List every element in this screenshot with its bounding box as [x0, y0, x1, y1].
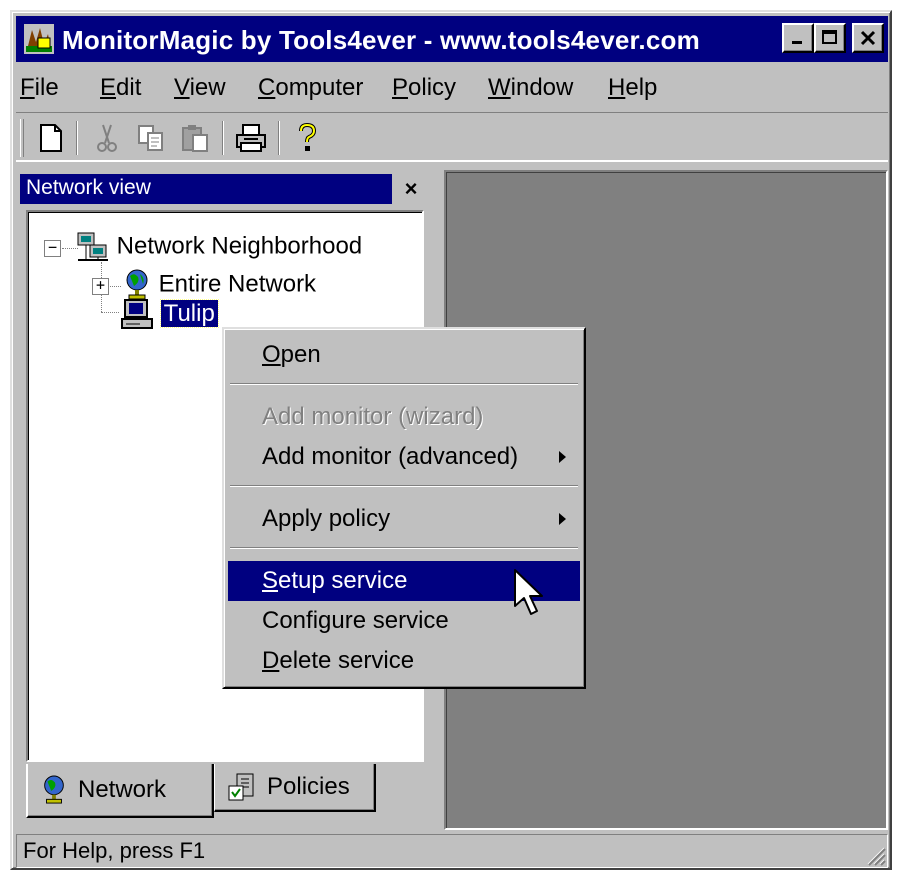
paste-icon: [182, 125, 208, 152]
collapse-toggle[interactable]: −: [44, 240, 61, 257]
close-icon: [860, 30, 876, 46]
window-title: MonitorMagic by Tools4ever - www.tools4e…: [62, 25, 700, 55]
toolbar-grip[interactable]: [20, 119, 24, 157]
tree-item-label: Entire Network: [158, 270, 317, 298]
menu-computer[interactable]: Computer: [258, 74, 363, 102]
title-bar[interactable]: MonitorMagic by Tools4ever - www.tools4e…: [16, 16, 888, 62]
close-button[interactable]: [852, 23, 884, 53]
expand-toggle[interactable]: +: [92, 278, 109, 295]
menu-view-label: iew: [189, 74, 226, 101]
menu-window-label: indow: [510, 74, 574, 101]
context-menu: Open Add monitor (wizard) Add monitor (a…: [222, 327, 586, 689]
menu-file-label: ile: [34, 74, 59, 101]
tab-network[interactable]: Network: [26, 764, 214, 818]
tree-item-label: Network Neighborhood: [116, 232, 363, 260]
print-icon: [236, 124, 266, 152]
mouse-pointer-icon: [514, 569, 543, 615]
cut-icon: [97, 124, 117, 152]
submenu-arrow-icon: [559, 451, 566, 463]
menu-help-label: elp: [625, 74, 658, 101]
new-icon: [40, 124, 62, 152]
paste-button[interactable]: [176, 119, 214, 157]
submenu-arrow-icon: [559, 513, 566, 525]
pane-close-icon[interactable]: ×: [398, 176, 424, 202]
menu-window-mnemonic: W: [488, 74, 511, 101]
menu-item-label: pen: [280, 341, 321, 368]
menu-edit-mnemonic: E: [100, 74, 117, 101]
minimize-button[interactable]: [782, 23, 814, 53]
status-bar: For Help, press F1: [16, 834, 888, 868]
maximize-icon: [822, 30, 837, 44]
toolbar: [16, 112, 888, 162]
policies-icon: [228, 773, 254, 801]
network-view-header: Network view ×: [20, 174, 426, 204]
menu-item-add-monitor-wizard: Add monitor (wizard): [262, 403, 484, 430]
tab-policies[interactable]: Policies: [214, 764, 376, 812]
tab-label: Network: [78, 776, 167, 803]
pane-tabs: Network Policies: [26, 764, 426, 820]
menu-computer-label: omputer: [275, 74, 364, 101]
menu-item-open[interactable]: Open: [228, 335, 580, 375]
menu-file-mnemonic: F: [20, 74, 35, 101]
menu-window[interactable]: Window: [488, 74, 573, 102]
menu-policy[interactable]: Policy: [392, 74, 456, 102]
menu-view[interactable]: View: [174, 74, 226, 102]
tree-item-tulip[interactable]: Tulip: [120, 298, 219, 332]
monitormagic-app-icon[interactable]: [24, 24, 54, 54]
menu-item-mnemonic: O: [262, 341, 281, 368]
menu-separator: [230, 485, 578, 487]
copy-icon: [138, 125, 163, 151]
minimize-icon: [792, 41, 802, 44]
tree-item-network-neighborhood[interactable]: Network Neighborhood: [76, 230, 362, 264]
maximize-button[interactable]: [814, 23, 846, 53]
copy-button[interactable]: [132, 119, 170, 157]
print-button[interactable]: [232, 119, 270, 157]
help-button[interactable]: [288, 119, 326, 157]
network-view-title: Network view: [20, 174, 392, 204]
menu-item-apply-policy[interactable]: Apply policy: [228, 499, 580, 539]
resize-grip-icon[interactable]: [862, 842, 886, 866]
menu-policy-mnemonic: P: [392, 74, 409, 101]
status-text: For Help, press F1: [16, 834, 888, 868]
menu-edit-label: dit: [116, 74, 142, 101]
tab-label: Policies: [267, 773, 350, 800]
menu-edit[interactable]: Edit: [100, 74, 141, 102]
menu-help[interactable]: Help: [608, 74, 657, 102]
computer-icon: [121, 299, 153, 329]
menu-item-mnemonic: D: [262, 647, 280, 674]
menu-item-add-monitor-advanced[interactable]: Add monitor (advanced): [228, 437, 580, 477]
globe-icon: [44, 775, 64, 804]
toolbar-separator: [76, 121, 78, 155]
globe-icon: [126, 269, 148, 300]
network-neighborhood-icon: [77, 232, 108, 261]
menu-separator: [230, 547, 578, 549]
app-window: MonitorMagic by Tools4ever - www.tools4e…: [10, 10, 892, 870]
menu-item-label: Add monitor (advanced): [262, 443, 519, 470]
menu-item-mnemonic: S: [262, 567, 279, 594]
menu-separator: [230, 383, 578, 385]
new-button[interactable]: [32, 119, 70, 157]
menu-item-label: elete service: [279, 647, 415, 674]
menu-computer-mnemonic: C: [258, 74, 276, 101]
menu-item-label: Apply policy: [262, 505, 391, 532]
cut-button[interactable]: [88, 119, 126, 157]
help-icon: [299, 122, 317, 151]
toolbar-separator: [222, 121, 224, 155]
menu-help-mnemonic: H: [608, 74, 626, 101]
tree-connector: [101, 312, 119, 313]
toolbar-separator: [278, 121, 280, 155]
menu-policy-label: olicy: [408, 74, 457, 101]
menu-file[interactable]: File: [20, 74, 59, 102]
menu-item-delete-service[interactable]: Delete service: [228, 641, 580, 681]
menu-view-mnemonic: V: [174, 74, 190, 101]
tree-item-label: Tulip: [159, 299, 219, 329]
menu-bar: File Edit View Computer Policy Window He…: [16, 68, 888, 108]
menu-item-label: etup service: [278, 567, 408, 594]
tree-item-entire-network[interactable]: Entire Network: [122, 268, 316, 302]
